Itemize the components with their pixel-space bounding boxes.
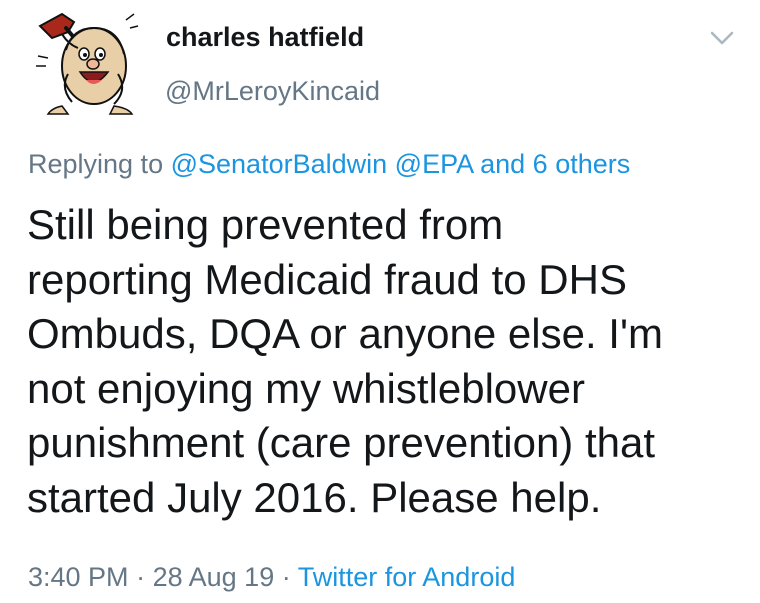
tweet-card: charles hatfield @MrLeroyKincaid Replyin… xyxy=(0,0,760,603)
mention-link[interactable]: @SenatorBaldwin xyxy=(171,149,388,179)
separator: · xyxy=(136,562,146,592)
tweet-source-link[interactable]: Twitter for Android xyxy=(298,562,516,592)
tweet-date[interactable]: 28 Aug 19 xyxy=(153,562,275,592)
mention-link[interactable]: @EPA xyxy=(395,149,473,179)
reply-context: Replying to @SenatorBaldwin @EPA and 6 o… xyxy=(28,149,630,180)
tweet-time[interactable]: 3:40 PM xyxy=(28,562,129,592)
author-display-name[interactable]: charles hatfield xyxy=(166,22,364,53)
avatar[interactable] xyxy=(22,4,140,122)
and-others-link[interactable]: and 6 others xyxy=(480,149,630,179)
chevron-down-icon[interactable] xyxy=(706,26,738,50)
author-handle[interactable]: @MrLeroyKincaid xyxy=(165,76,380,107)
tweet-body: Still being prevented from reporting Med… xyxy=(27,201,663,521)
separator: · xyxy=(281,562,291,592)
reply-prefix: Replying to xyxy=(28,149,164,179)
tweet-metadata: 3:40 PM · 28 Aug 19 · Twitter for Androi… xyxy=(28,562,515,593)
